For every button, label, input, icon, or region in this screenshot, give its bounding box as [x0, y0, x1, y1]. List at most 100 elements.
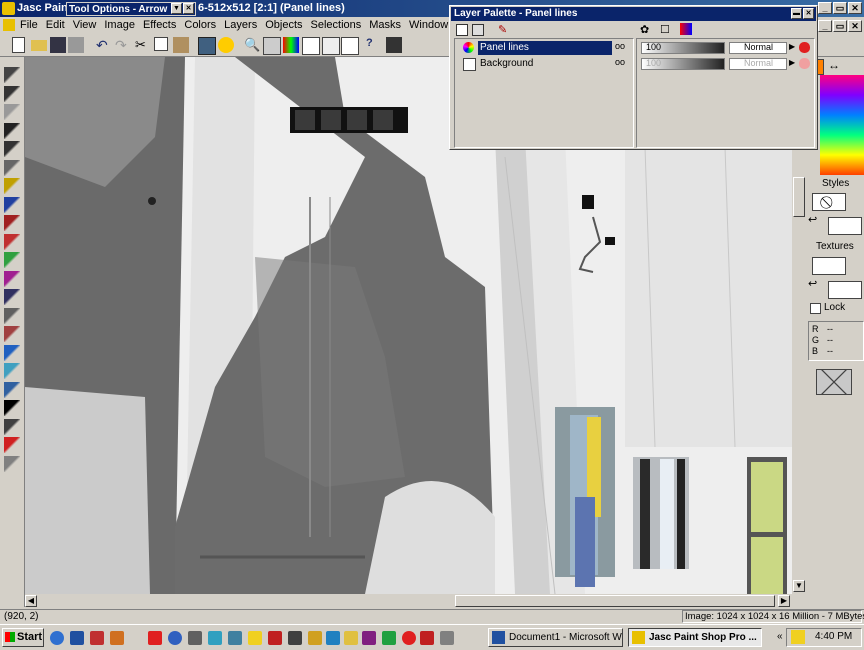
layer-opacity-slider[interactable]: 100	[641, 42, 725, 54]
app5-quicklaunch-icon[interactable]	[148, 631, 162, 645]
airbrush-tool-icon[interactable]	[4, 363, 20, 379]
menu-objects[interactable]: Objects	[261, 17, 306, 34]
tool-options-collapse-button[interactable]: ▼	[171, 3, 182, 14]
app6-quicklaunch-icon[interactable]	[168, 631, 182, 645]
background-texture-button[interactable]	[828, 281, 862, 299]
tray-expand-icon[interactable]: «	[777, 631, 783, 642]
background-style-button[interactable]	[828, 217, 862, 235]
foreground-texture-button[interactable]	[812, 257, 846, 275]
zoom-icon[interactable]: 🔍	[244, 37, 260, 53]
tool-options-window[interactable]: Tool Options - Arrow ▼ ✕	[66, 2, 196, 16]
menu-masks[interactable]: Masks	[365, 17, 405, 34]
menu-effects[interactable]: Effects	[139, 17, 180, 34]
start-button[interactable]: Start	[2, 628, 44, 647]
clone-brush-tool-icon[interactable]	[4, 252, 20, 268]
layer-visibility-tab-icon[interactable]: ✿	[640, 23, 649, 36]
scroll-down-button[interactable]: ▼	[793, 580, 805, 592]
selection-tool-icon[interactable]	[4, 159, 20, 176]
horizontal-scroll-thumb[interactable]	[455, 595, 775, 607]
layer-lock-icon[interactable]	[799, 58, 810, 69]
menu-selections[interactable]: Selections	[307, 17, 366, 34]
layer-row[interactable]: Background oo	[457, 57, 631, 71]
eraser-tool-icon[interactable]	[4, 326, 20, 342]
doc-restore-button[interactable]: ▭	[833, 20, 847, 32]
app11-quicklaunch-icon[interactable]	[268, 631, 282, 645]
foreground-style-button[interactable]: ⃠	[812, 193, 846, 211]
menu-window[interactable]: Window	[405, 17, 452, 34]
app16-quicklaunch-icon[interactable]	[362, 631, 376, 645]
monitor-icon[interactable]	[198, 37, 216, 55]
app18-quicklaunch-icon[interactable]	[402, 631, 416, 645]
swap-textures-icon[interactable]: ↩	[808, 277, 817, 290]
paintbrush-tool-icon[interactable]	[4, 233, 20, 250]
swap-styles-icon[interactable]: ↩	[808, 213, 817, 226]
new-file-icon[interactable]	[12, 37, 25, 53]
minimize-button[interactable]: _	[818, 2, 832, 14]
app17-quicklaunch-icon[interactable]	[382, 631, 396, 645]
zoom-tool-icon[interactable]	[4, 85, 20, 102]
retouch-tool-icon[interactable]	[4, 289, 20, 305]
delete-layer-icon[interactable]	[472, 24, 484, 36]
app9-quicklaunch-icon[interactable]	[228, 631, 242, 645]
flood-fill-tool-icon[interactable]	[4, 381, 20, 398]
crop-tool-icon[interactable]	[4, 122, 20, 139]
app10-quicklaunch-icon[interactable]	[248, 631, 262, 645]
draw-tool-icon[interactable]	[4, 418, 20, 435]
menu-image[interactable]: Image	[100, 17, 139, 34]
help-icon[interactable]: ?	[366, 37, 382, 53]
arrow-tool-icon[interactable]	[4, 67, 20, 83]
color-replacer-tool-icon[interactable]	[4, 270, 20, 287]
menu-file[interactable]: File	[16, 17, 42, 34]
open-folder-icon[interactable]	[31, 40, 47, 51]
app7-quicklaunch-icon[interactable]	[188, 631, 202, 645]
layer-properties-icon[interactable]: ✎	[498, 23, 507, 36]
scratch-remover-tool-icon[interactable]	[4, 307, 20, 324]
doc-close-button[interactable]: ✕	[848, 20, 862, 32]
menu-view[interactable]: View	[69, 17, 101, 34]
app14-quicklaunch-icon[interactable]	[326, 631, 340, 645]
lock-checkbox[interactable]	[810, 303, 821, 314]
scroll-left-button[interactable]: ◀	[25, 595, 37, 607]
outlook-quicklaunch-icon[interactable]	[70, 631, 84, 645]
layers-toggle-icon[interactable]	[322, 37, 340, 55]
dropper-tool-icon[interactable]	[4, 215, 20, 231]
layer-visibility-icon[interactable]: oo	[615, 57, 625, 67]
freehand-tool-icon[interactable]	[4, 178, 20, 194]
scroll-thumb[interactable]	[793, 177, 805, 217]
app20-quicklaunch-icon[interactable]	[440, 631, 454, 645]
picture-tube-tool-icon[interactable]	[4, 344, 20, 361]
ie-quicklaunch-icon[interactable]	[50, 631, 64, 645]
app4-quicklaunch-icon[interactable]	[110, 631, 124, 645]
swap-colors-icon[interactable]: ↔	[828, 58, 840, 72]
app3-quicklaunch-icon[interactable]	[90, 631, 104, 645]
layer-mask-tab-icon[interactable]: ☐	[660, 23, 670, 36]
tray-hand-icon[interactable]	[791, 630, 805, 644]
preset-shapes-tool-icon[interactable]	[4, 437, 20, 453]
object-selector-tool-icon[interactable]	[4, 455, 20, 472]
full-screen-icon[interactable]	[218, 37, 234, 53]
layer-palette-titlebar[interactable]: Layer Palette - Panel lines ▬ ✕	[451, 7, 816, 21]
taskbar-button-word[interactable]: Document1 - Microsoft W...	[488, 628, 623, 647]
layer-row[interactable]: Panel lines oo	[457, 41, 631, 55]
lock-toolbar-icon[interactable]	[386, 37, 402, 53]
close-button[interactable]: ✕	[848, 2, 862, 14]
color-palette-icon[interactable]	[283, 37, 299, 53]
copy-icon[interactable]	[154, 37, 168, 51]
layer-blend-mode-select[interactable]: Normal	[729, 58, 787, 70]
color-spectrum[interactable]	[820, 75, 864, 175]
deform-tool-icon[interactable]	[4, 104, 20, 120]
scroll-right-button[interactable]: ▶	[778, 595, 790, 607]
blend-dropdown-arrow-icon[interactable]: ▶	[789, 58, 795, 67]
paste-icon[interactable]	[173, 37, 189, 53]
taskbar-button-psp[interactable]: Jasc Paint Shop Pro ...	[628, 628, 762, 647]
text-tool-icon[interactable]	[4, 400, 20, 416]
save-icon[interactable]	[50, 37, 66, 53]
layer-blend-mode-select[interactable]: Normal	[729, 42, 787, 54]
overview-icon[interactable]	[263, 37, 281, 55]
document-menu-icon[interactable]	[3, 19, 15, 31]
layer-palette[interactable]: Layer Palette - Panel lines ▬ ✕ ✎ ✿ ☐ Pa…	[449, 5, 818, 150]
layer-visibility-icon[interactable]: oo	[615, 41, 625, 51]
menu-edit[interactable]: Edit	[42, 17, 69, 34]
layer-opacity-slider[interactable]: 100	[641, 58, 725, 70]
redo-icon[interactable]: ↷	[115, 37, 131, 53]
